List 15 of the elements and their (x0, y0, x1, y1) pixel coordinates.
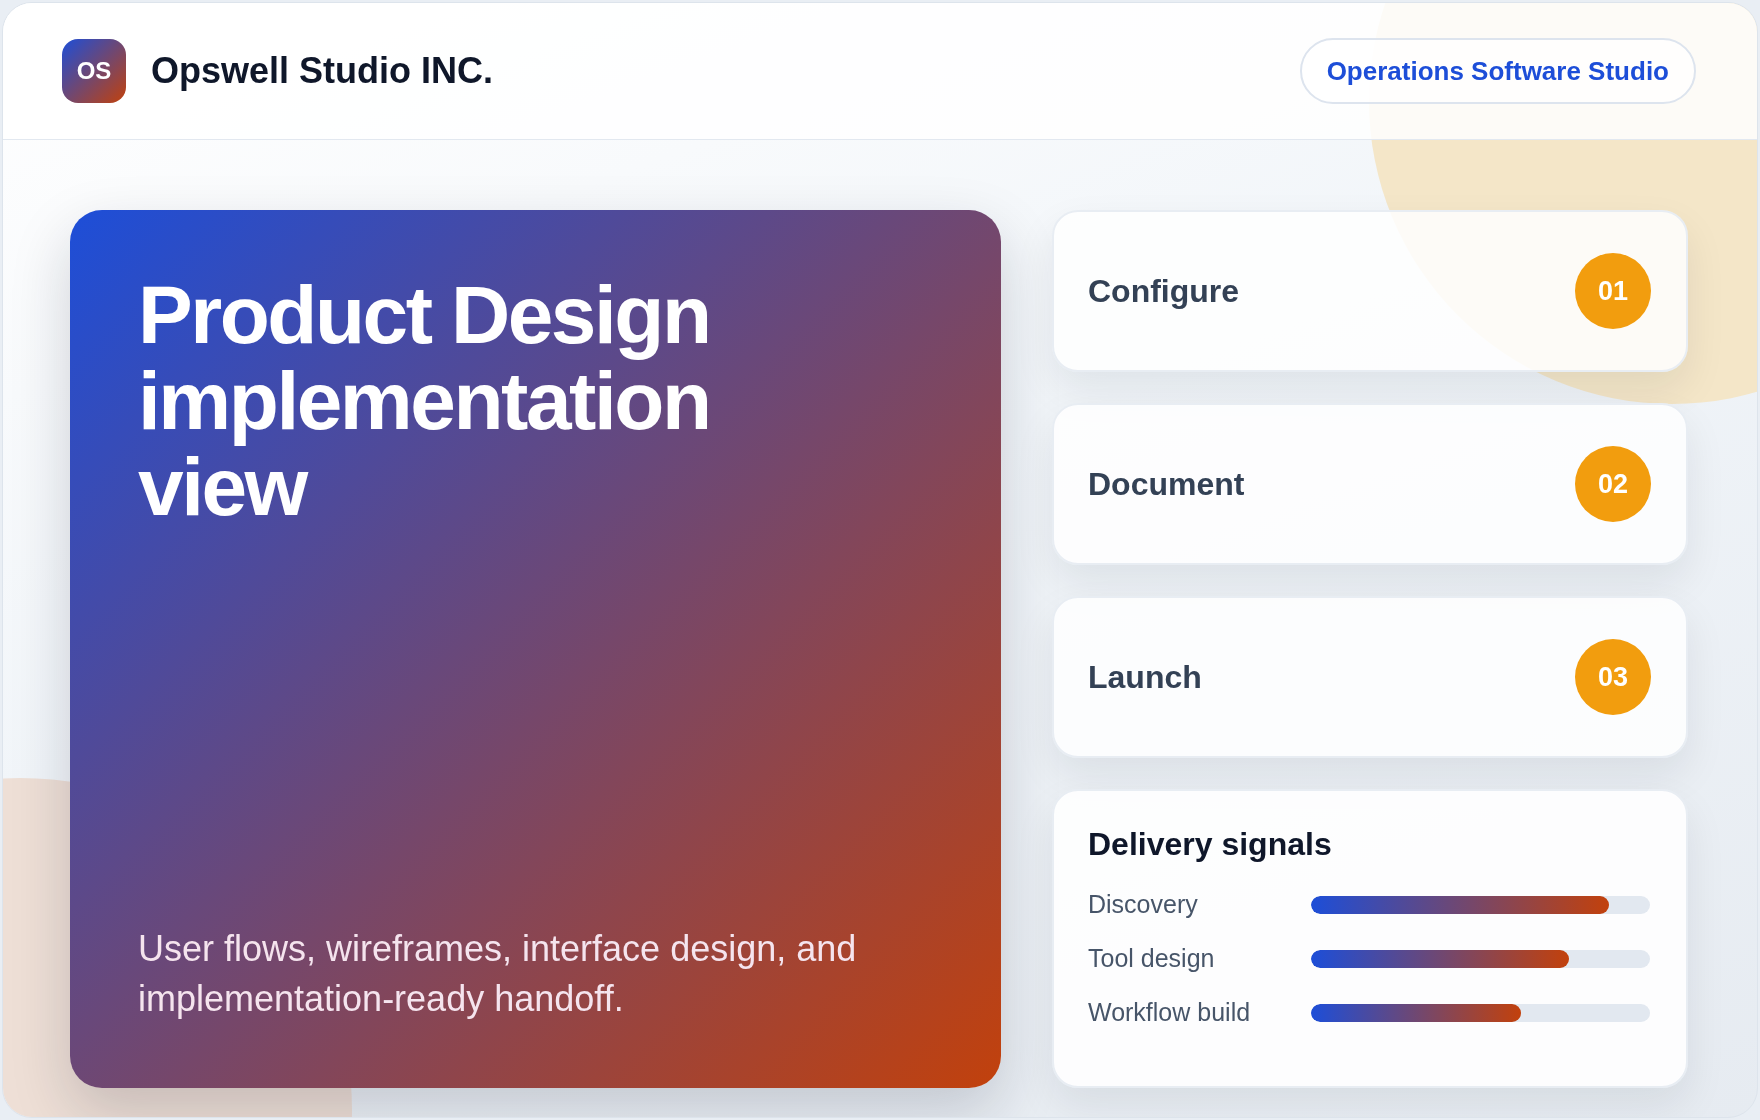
step-number: 03 (1575, 639, 1651, 715)
step-label: Launch (1088, 658, 1202, 697)
step-label: Configure (1088, 272, 1240, 311)
signals-title: Delivery signals (1088, 825, 1333, 864)
hero-title: Product Design implementation view (138, 272, 711, 530)
step-number: 01 (1575, 253, 1651, 329)
studio-tag: Operations Software Studio (1299, 38, 1696, 104)
step-label: Document (1088, 465, 1245, 504)
hero-description: User flows, wireframes, interface design, and implementation-ready handoff. (138, 927, 858, 1021)
signal-label: Workflow build (1088, 997, 1252, 1029)
signal-label: Tool design (1088, 943, 1216, 975)
signal-label: Discovery (1088, 889, 1199, 921)
company-name: Opswell Studio INC. (151, 53, 494, 89)
logo: OS (62, 39, 126, 103)
step-number: 02 (1575, 446, 1651, 522)
